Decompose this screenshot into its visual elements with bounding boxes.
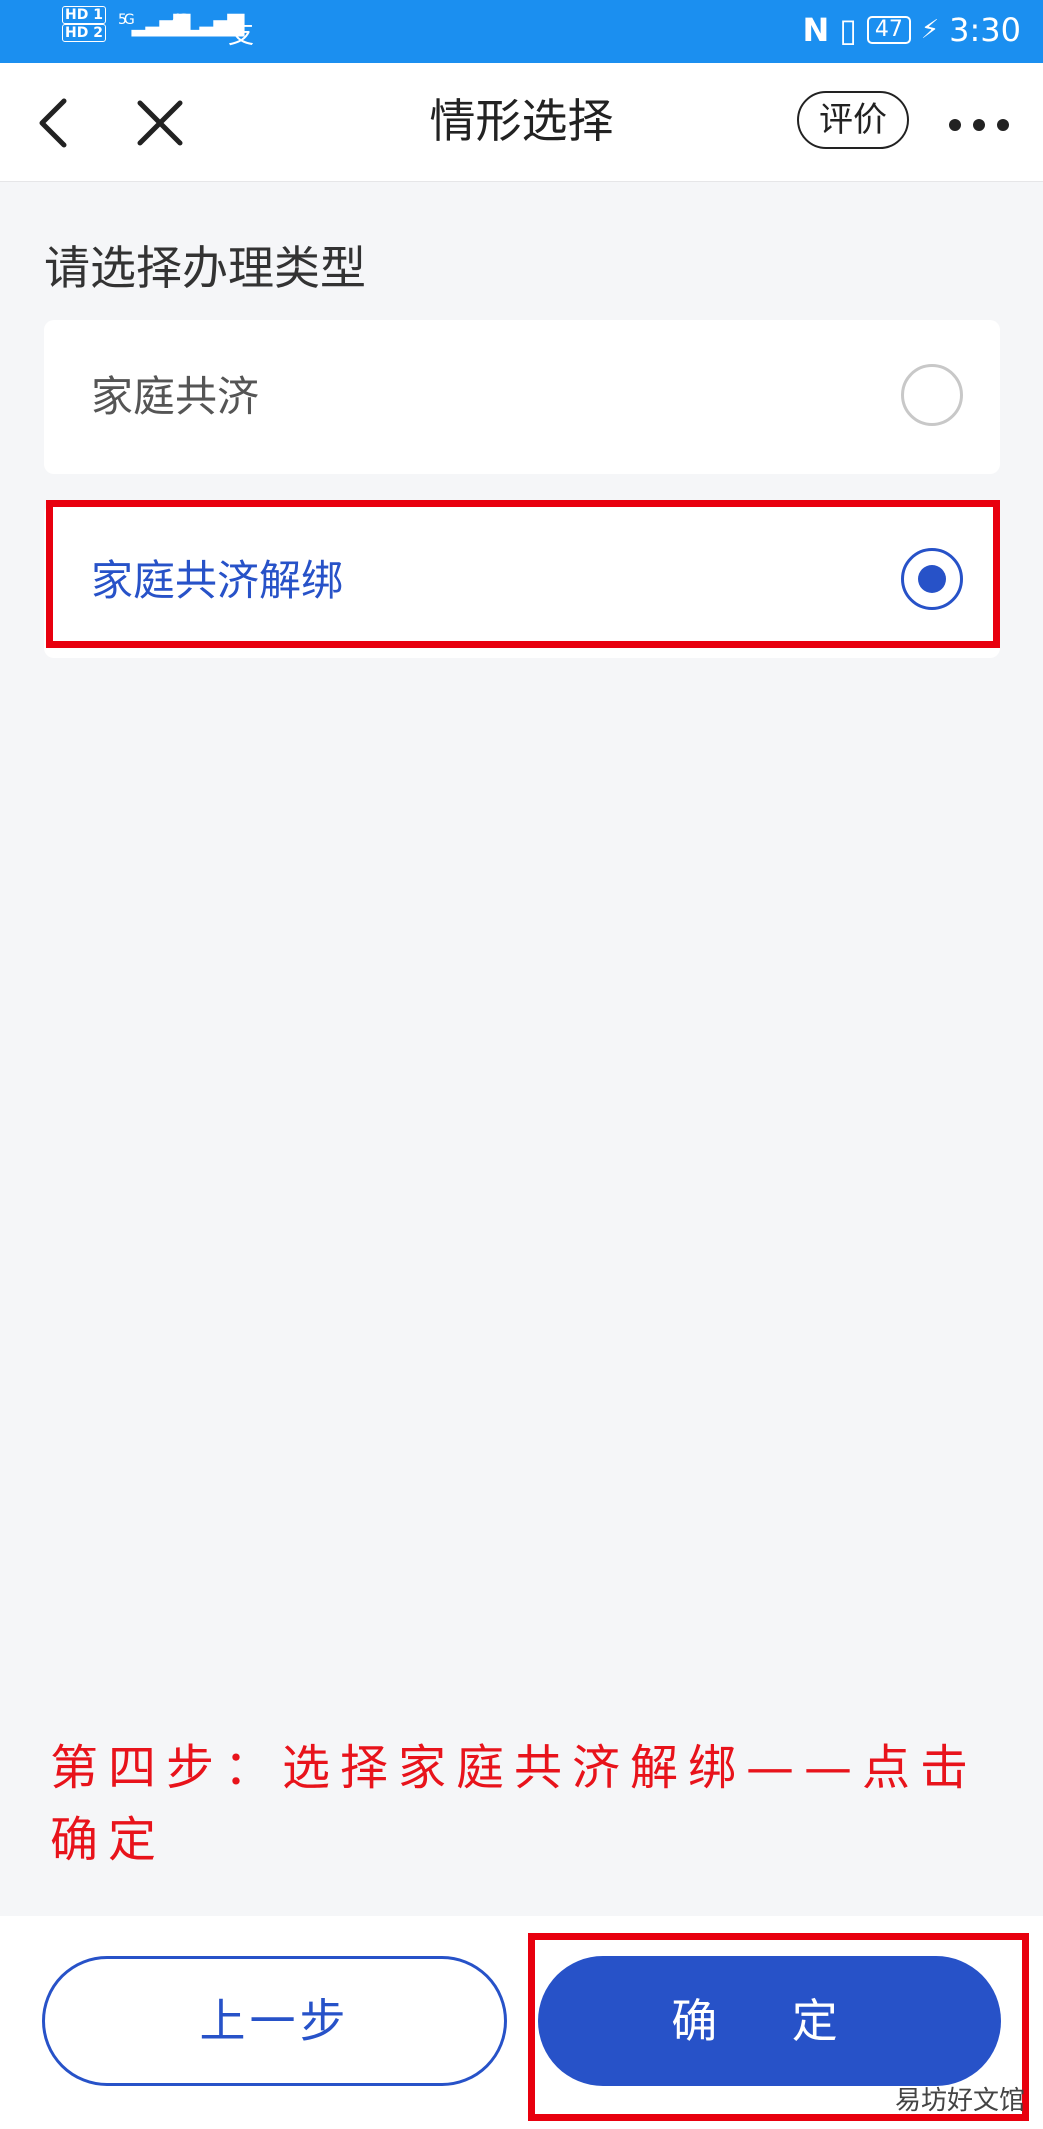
sim2-badge: HD 2 (62, 24, 106, 42)
section-title: 请选择办理类型 (44, 241, 366, 295)
battery-level: 47 (866, 16, 911, 44)
option-family-mutual-aid[interactable]: 家庭共济 (44, 320, 1000, 474)
clock: 3:30 (949, 11, 1021, 49)
previous-step-button[interactable]: 上一步 (42, 1956, 507, 2086)
option-label: 家庭共济 (91, 372, 260, 421)
watermark: 易坊好文馆 (895, 2086, 1026, 2116)
sim-indicators: HD 1 HD 2 (62, 6, 106, 42)
nfc-icon: N (802, 11, 830, 49)
nav-bar: 情形选择 评价 (0, 63, 1043, 182)
charging-icon: ⚡ (920, 15, 940, 45)
radio-unchecked-icon[interactable] (901, 364, 963, 426)
evaluate-button[interactable]: 评价 (797, 91, 909, 149)
status-bar: HD 1 HD 2 5G▂▃▅▇ 4G▂▃▅▇ 支 N ▯ 47 ⚡ 3:30 (0, 0, 1043, 63)
vibrate-icon: ▯ (839, 11, 857, 49)
sim1-badge: HD 1 (62, 6, 106, 24)
highlight-box-option (46, 500, 1000, 648)
more-icon[interactable] (945, 103, 1015, 143)
status-right: N ▯ 47 ⚡ 3:30 (802, 12, 1021, 48)
instruction-text: 第四步：选择家庭共济解绑——点击确定 (50, 1740, 979, 1868)
alipay-icon: 支 (228, 20, 255, 50)
